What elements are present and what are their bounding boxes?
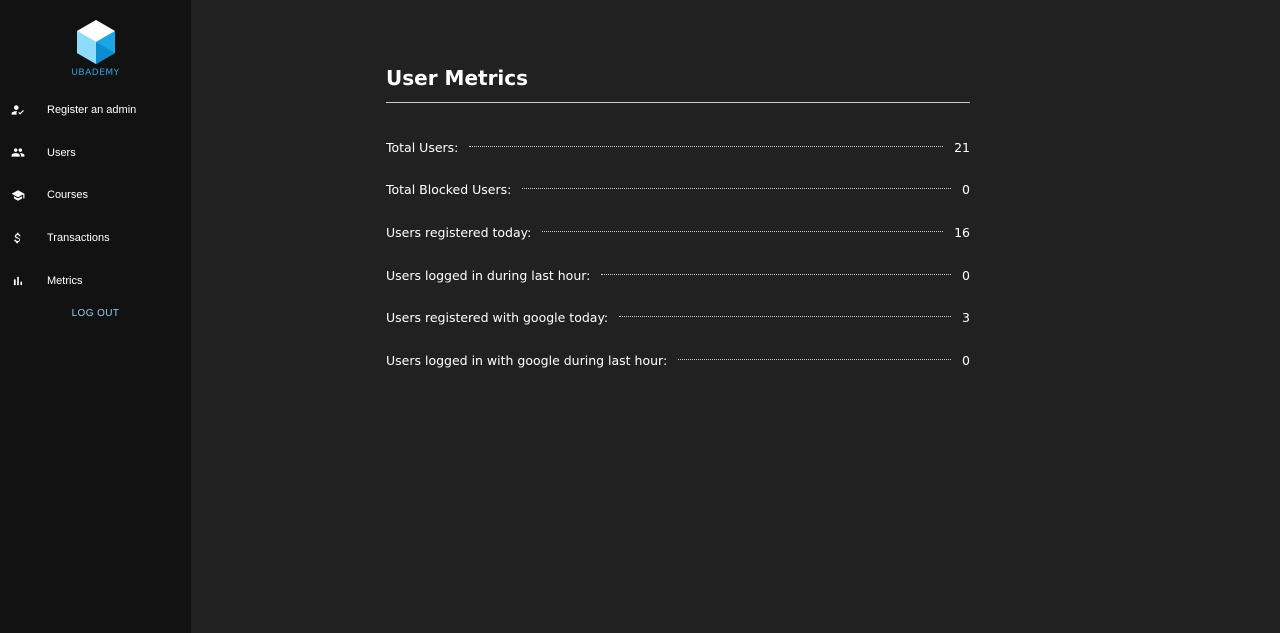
sidebar-item-label: Register an admin (47, 104, 137, 117)
metric-row: Users registered today: 16 (386, 211, 970, 254)
user-metrics-panel: User Metrics Total Users: 21 Total Block… (386, 64, 970, 382)
logo-text: UBADEMY (71, 68, 120, 78)
metric-label: Total Blocked Users: (386, 182, 512, 198)
metric-value: 0 (962, 182, 970, 198)
logo[interactable]: UBADEMY (0, 20, 191, 78)
metrics-list: Total Users: 21 Total Blocked Users: 0 U… (386, 126, 970, 382)
sidebar-nav: Register an admin Users Courses Transact… (0, 89, 191, 302)
metric-label: Users registered today: (386, 224, 532, 240)
sidebar-item-users[interactable]: Users (0, 132, 191, 175)
metric-value: 21 (954, 139, 970, 155)
dotted-leader (601, 273, 951, 275)
sidebar-item-transactions[interactable]: Transactions (0, 217, 191, 260)
metric-value: 0 (962, 352, 970, 368)
metric-value: 0 (962, 267, 970, 283)
dotted-leader (522, 188, 951, 190)
metric-row: Users logged in during last hour: 0 (386, 254, 970, 297)
sidebar-item-label: Metrics (47, 274, 83, 287)
main-content: User Metrics Total Users: 21 Total Block… (191, 0, 1280, 633)
metric-value: 3 (962, 310, 970, 326)
bar-chart-icon (11, 274, 25, 288)
metric-label: Users registered with google today: (386, 310, 609, 326)
dotted-leader (469, 145, 944, 147)
dotted-leader (619, 316, 951, 318)
sidebar-item-register-admin[interactable]: Register an admin (0, 89, 191, 132)
metric-label: Users logged in with google during last … (386, 352, 668, 368)
metric-value: 16 (954, 224, 970, 240)
sidebar-item-metrics[interactable]: Metrics (0, 259, 191, 302)
school-icon (11, 188, 25, 202)
cube-logo-icon (76, 20, 115, 64)
person-check-icon (11, 103, 25, 117)
dollar-icon (11, 231, 25, 245)
metric-row: Total Blocked Users: 0 (386, 169, 970, 212)
logout-button[interactable]: LOG OUT (0, 308, 191, 319)
sidebar-item-label: Transactions (47, 232, 110, 245)
people-icon (11, 146, 25, 160)
sidebar-item-label: Courses (47, 189, 88, 202)
sidebar: UBADEMY Register an admin Users Courses (0, 0, 191, 633)
metric-row: Users logged in with google during last … (386, 339, 970, 382)
app-root: UBADEMY Register an admin Users Courses (0, 0, 1280, 633)
dotted-leader (678, 358, 951, 360)
sidebar-item-label: Users (47, 146, 76, 159)
metric-label: Total Users: (386, 139, 459, 155)
metric-label: Users logged in during last hour: (386, 267, 591, 283)
metric-row: Total Users: 21 (386, 126, 970, 169)
page-title: User Metrics (386, 64, 970, 103)
sidebar-item-courses[interactable]: Courses (0, 174, 191, 217)
dotted-leader (542, 230, 944, 232)
metric-row: Users registered with google today: 3 (386, 296, 970, 339)
